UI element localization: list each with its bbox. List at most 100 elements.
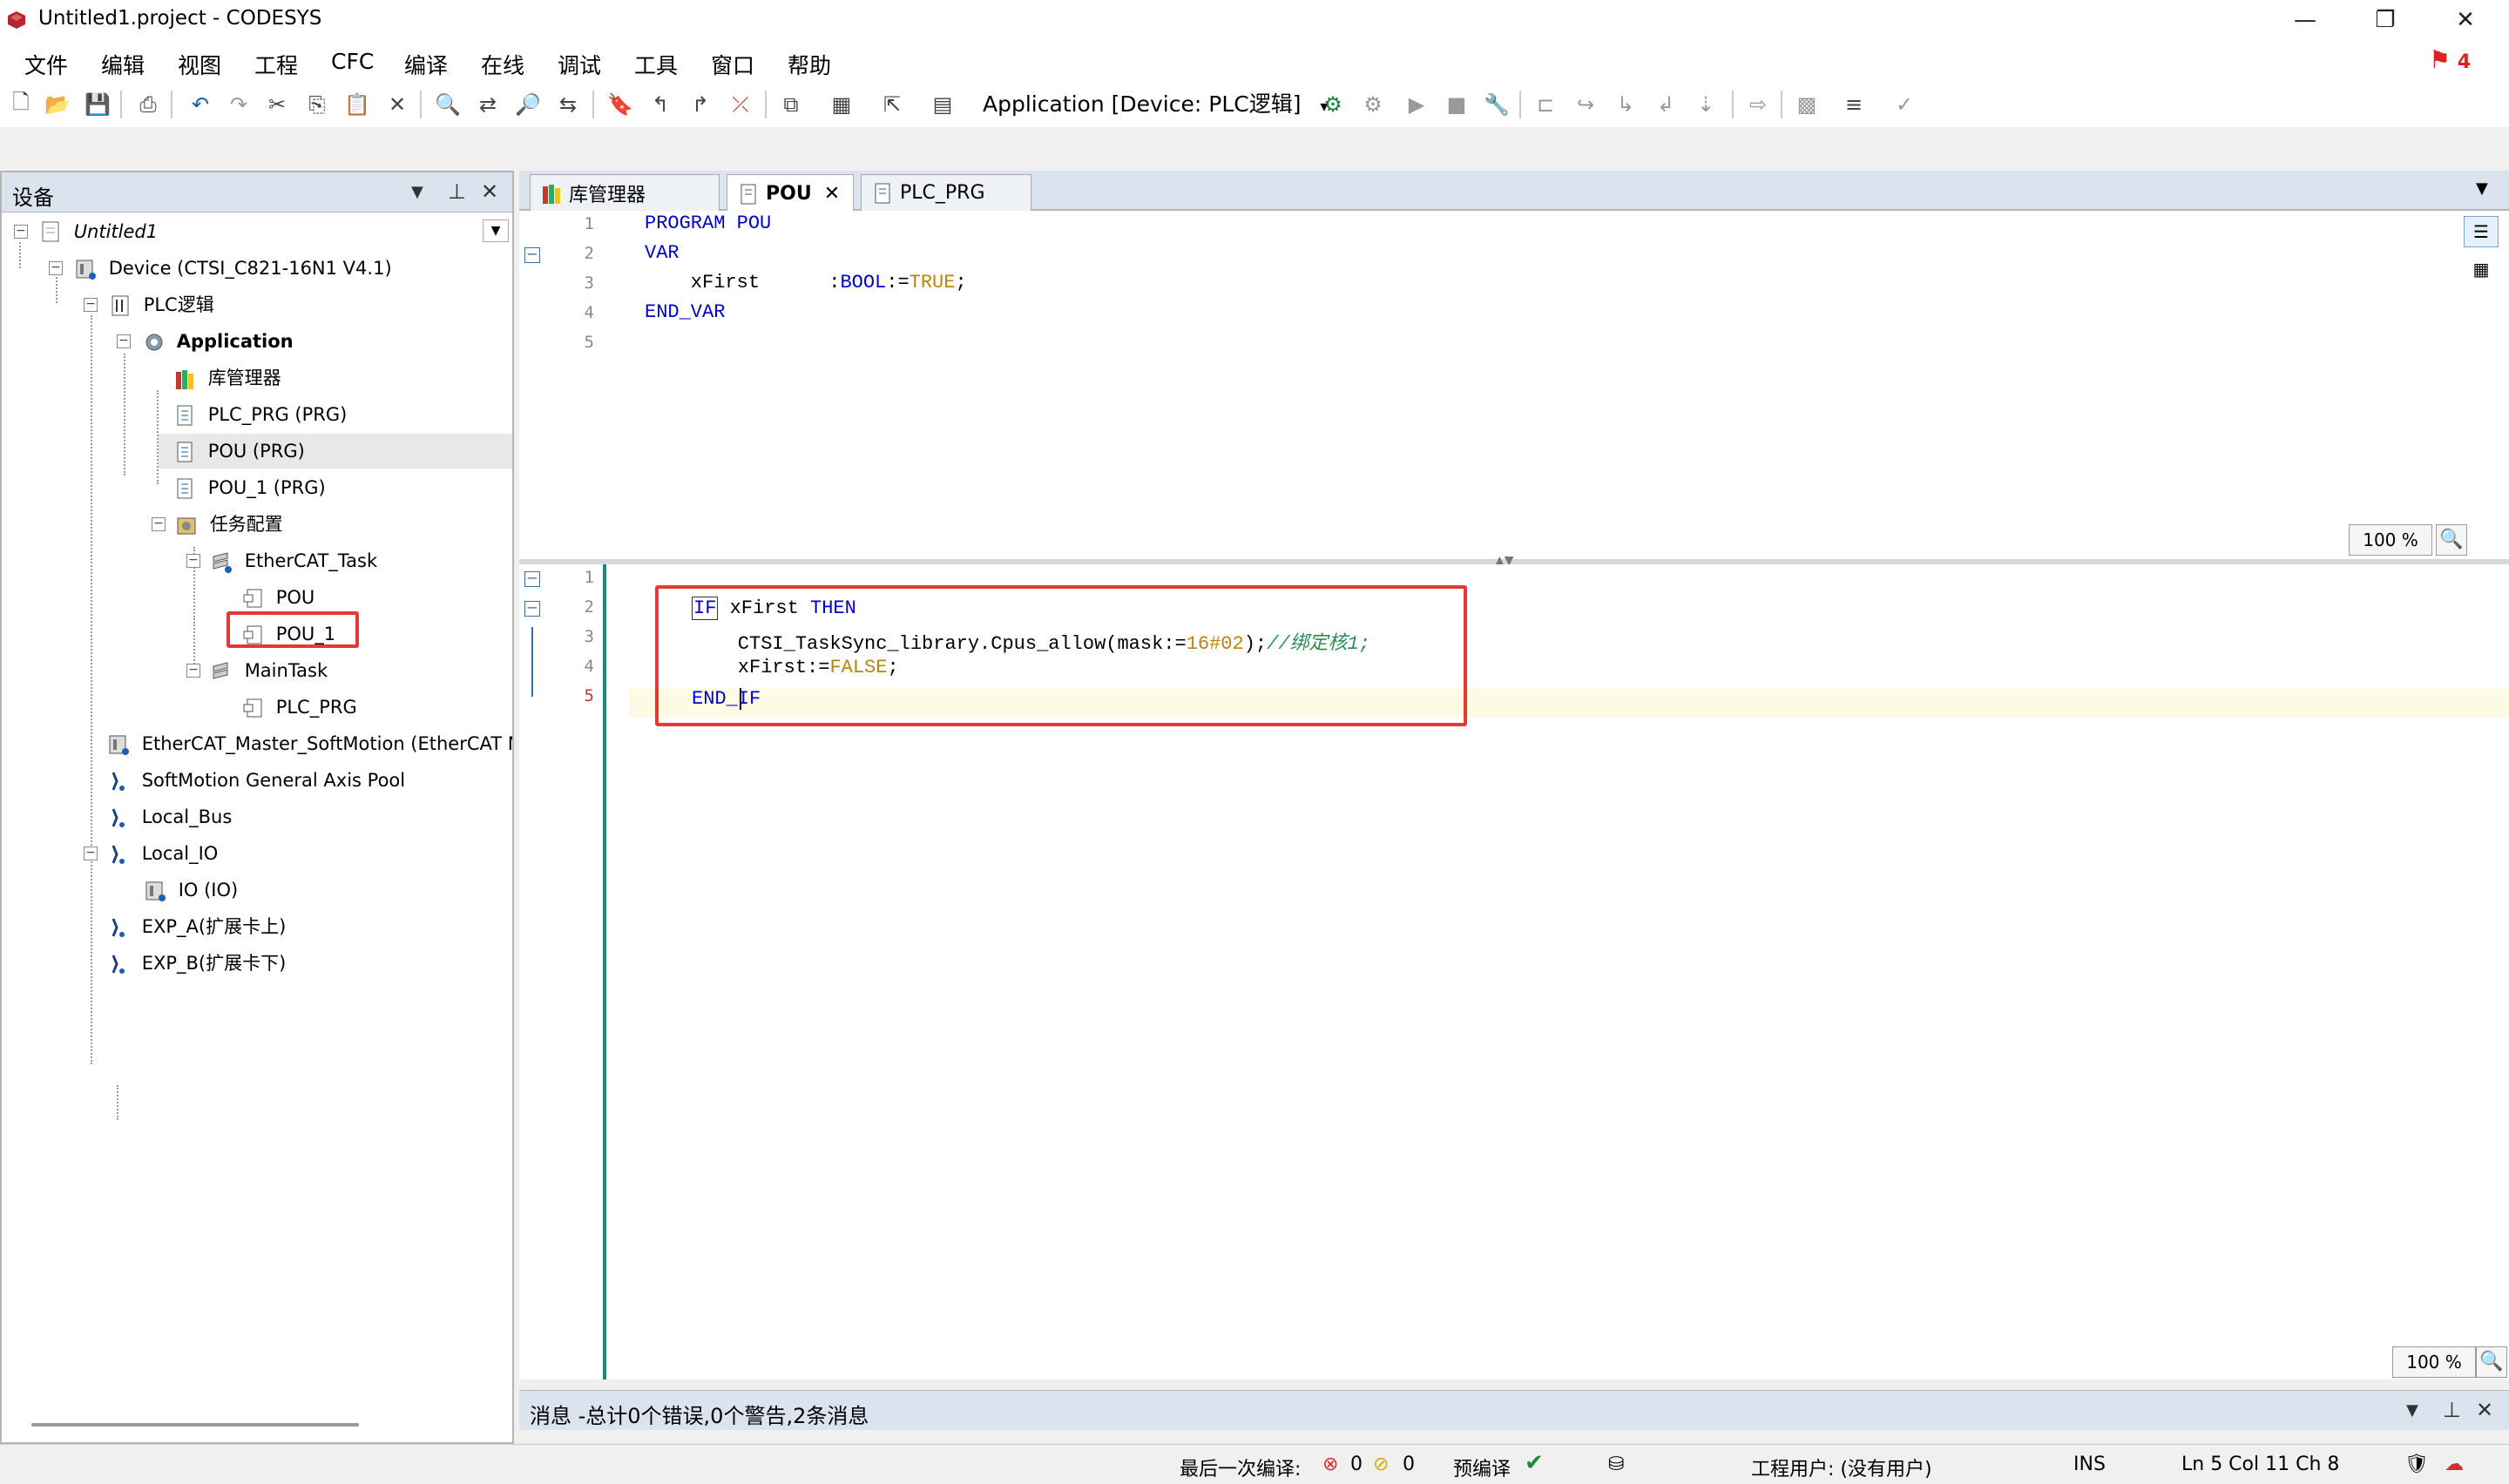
tree-node-plc-prg[interactable]: PLC_PRG (PRG): [174, 397, 347, 432]
menu-view[interactable]: 视图: [178, 49, 221, 80]
tab-plc-prg[interactable]: PLC_PRG: [861, 174, 1031, 211]
start-icon[interactable]: ▶: [1401, 89, 1432, 120]
add-object-icon[interactable]: ▦: [826, 89, 857, 120]
menu-online[interactable]: 在线: [481, 49, 524, 80]
tree-node-library-manager[interactable]: 库管理器: [174, 361, 281, 395]
print-icon[interactable]: ⎙: [132, 89, 164, 120]
zoom-icon[interactable]: 🔍: [2476, 1346, 2507, 1378]
redo-icon[interactable]: ↷: [223, 89, 254, 120]
security-shield-icon[interactable]: 🛡: [2404, 1454, 2429, 1475]
alert-indicator[interactable]: ⚑ 4: [2429, 45, 2471, 74]
menu-window[interactable]: 窗口: [711, 49, 754, 80]
connection-status-icon[interactable]: ☁: [2445, 1454, 2464, 1475]
project-user: 工程用户: (没有用户): [1751, 1459, 1932, 1481]
find-in-project-icon[interactable]: 🔎: [512, 89, 544, 120]
implementation-editor[interactable]: 1 2 3 4 5 − − IF xFirst THEN CTSI_TaskSy…: [519, 564, 2509, 1379]
menu-debug[interactable]: 调试: [558, 49, 601, 80]
active-application-selector[interactable]: Application [Device: PLC逻辑] ▾: [983, 89, 1328, 120]
delete-icon[interactable]: ✕: [382, 89, 413, 120]
online-status-icon[interactable]: ⛁: [1608, 1454, 1624, 1475]
menu-tools[interactable]: 工具: [634, 49, 678, 80]
close-window-button[interactable]: ✕: [2439, 3, 2492, 37]
zoom-icon[interactable]: 🔍: [2436, 524, 2467, 556]
tree-dropdown-icon[interactable]: ▼: [483, 219, 509, 242]
tree-node-io[interactable]: IO (IO): [145, 873, 238, 907]
close-tab-icon[interactable]: ✕: [824, 183, 840, 205]
menu-help[interactable]: 帮助: [788, 49, 831, 80]
panel-menu-icon[interactable]: ▼: [411, 183, 423, 201]
fold-toggle-icon[interactable]: −: [524, 571, 540, 587]
panel-menu-icon[interactable]: ▼: [2406, 1401, 2418, 1420]
paste-icon[interactable]: 📋: [342, 89, 373, 120]
menu-edit[interactable]: 编辑: [101, 49, 145, 80]
clear-bookmarks-icon[interactable]: ⤫: [725, 89, 756, 120]
toggle-breakpoint-icon[interactable]: ⊏: [1530, 89, 1561, 120]
tree-node-local-bus[interactable]: Local_Bus: [108, 799, 232, 834]
write-values-icon[interactable]: ⇨: [1742, 89, 1774, 120]
tree-node-pou[interactable]: POU (PRG): [159, 434, 512, 469]
menu-cfc[interactable]: CFC: [331, 49, 374, 74]
tab-pou[interactable]: POU ✕: [727, 174, 854, 212]
tree-node-ethercat-master[interactable]: EtherCAT_Master_SoftMotion (EtherCAT M: [108, 726, 512, 761]
reset-icon[interactable]: 🔧: [1481, 89, 1512, 120]
tabular-view-icon[interactable]: ▦: [2464, 254, 2499, 286]
prev-bookmark-icon[interactable]: ↰: [645, 89, 676, 120]
fold-toggle-icon[interactable]: −: [524, 601, 540, 617]
close-panel-icon[interactable]: ✕: [2476, 1398, 2493, 1422]
project-icon: [42, 221, 59, 242]
bookmark-icon[interactable]: 🔖: [605, 89, 636, 120]
undo-icon[interactable]: ↶: [185, 89, 216, 120]
close-panel-icon[interactable]: ✕: [481, 179, 498, 204]
cut-icon[interactable]: ✂: [261, 89, 293, 120]
find-icon[interactable]: 🔍: [432, 89, 463, 120]
save-icon[interactable]: 💾: [82, 89, 113, 120]
precompile-label[interactable]: 预编译: [1453, 1454, 1511, 1481]
horizontal-scrollbar[interactable]: [31, 1423, 359, 1427]
logout-icon[interactable]: ⚙: [1357, 89, 1389, 120]
force-values-icon[interactable]: ▩: [1791, 89, 1823, 120]
minimize-button[interactable]: —: [2279, 3, 2331, 37]
tree-node-softmotion-pool[interactable]: SoftMotion General Axis Pool: [108, 763, 405, 798]
tree-node-exp-a[interactable]: EXP_A(扩展卡上): [108, 909, 286, 944]
step-into-icon[interactable]: ↳: [1610, 89, 1641, 120]
task-icon: [213, 552, 232, 573]
next-bookmark-icon[interactable]: ↱: [685, 89, 716, 120]
zoom-level[interactable]: 100 %: [2392, 1346, 2476, 1378]
line-number: 5: [584, 333, 594, 352]
pin-icon[interactable]: ⊥: [448, 179, 466, 204]
check-all-icon[interactable]: ✓: [1889, 89, 1920, 120]
tab-list-dropdown-icon[interactable]: ▼: [2476, 179, 2488, 198]
find-replace-icon[interactable]: ⇄: [472, 89, 504, 120]
zoom-level[interactable]: 100 %: [2349, 524, 2432, 556]
tree-node-exp-b[interactable]: EXP_B(扩展卡下): [108, 946, 286, 981]
menu-project[interactable]: 工程: [254, 49, 298, 80]
new-file-icon[interactable]: 🗋: [5, 89, 37, 120]
step-out-icon[interactable]: ↲: [1650, 89, 1681, 120]
login-icon[interactable]: ⚙: [1317, 89, 1349, 120]
duplicate-icon[interactable]: ⧉: [775, 89, 807, 120]
declaration-editor[interactable]: 1 2 3 4 5 − PROGRAM POU VAR xFirst :BOOL…: [519, 211, 2509, 559]
fold-toggle-icon[interactable]: −: [524, 247, 540, 263]
bus-connector-icon: [112, 772, 125, 791]
restore-button[interactable]: ❐: [2359, 3, 2411, 37]
run-to-cursor-icon[interactable]: ⇣: [1690, 89, 1721, 120]
tree-node-task-pou[interactable]: POU: [242, 580, 314, 615]
tab-library-manager[interactable]: 库管理器: [530, 174, 720, 211]
replace-in-project-icon[interactable]: ⇆: [552, 89, 584, 120]
menu-build[interactable]: 编译: [404, 49, 448, 80]
menu-file[interactable]: 文件: [24, 49, 68, 80]
step-over-icon[interactable]: ↪: [1570, 89, 1601, 120]
open-folder-icon[interactable]: 📂: [42, 89, 73, 120]
textual-view-icon[interactable]: ☰: [2464, 216, 2499, 247]
unforce-icon[interactable]: ≡: [1838, 89, 1870, 120]
line-number-gutter: 1 2 3 4 5 − −: [519, 564, 603, 1379]
stop-icon[interactable]: ■: [1441, 89, 1472, 120]
tree-node-pou-1[interactable]: POU_1 (PRG): [174, 470, 326, 505]
line-number: 3: [584, 273, 594, 293]
export-icon[interactable]: ⇱: [876, 89, 908, 120]
copy-icon[interactable]: ⎘: [301, 89, 333, 120]
pin-icon[interactable]: ⊥: [2443, 1398, 2461, 1422]
tree-node-task-plc-prg[interactable]: PLC_PRG: [242, 690, 357, 725]
pou-document-icon: [741, 184, 756, 204]
calendar-icon[interactable]: ▤: [927, 89, 958, 120]
